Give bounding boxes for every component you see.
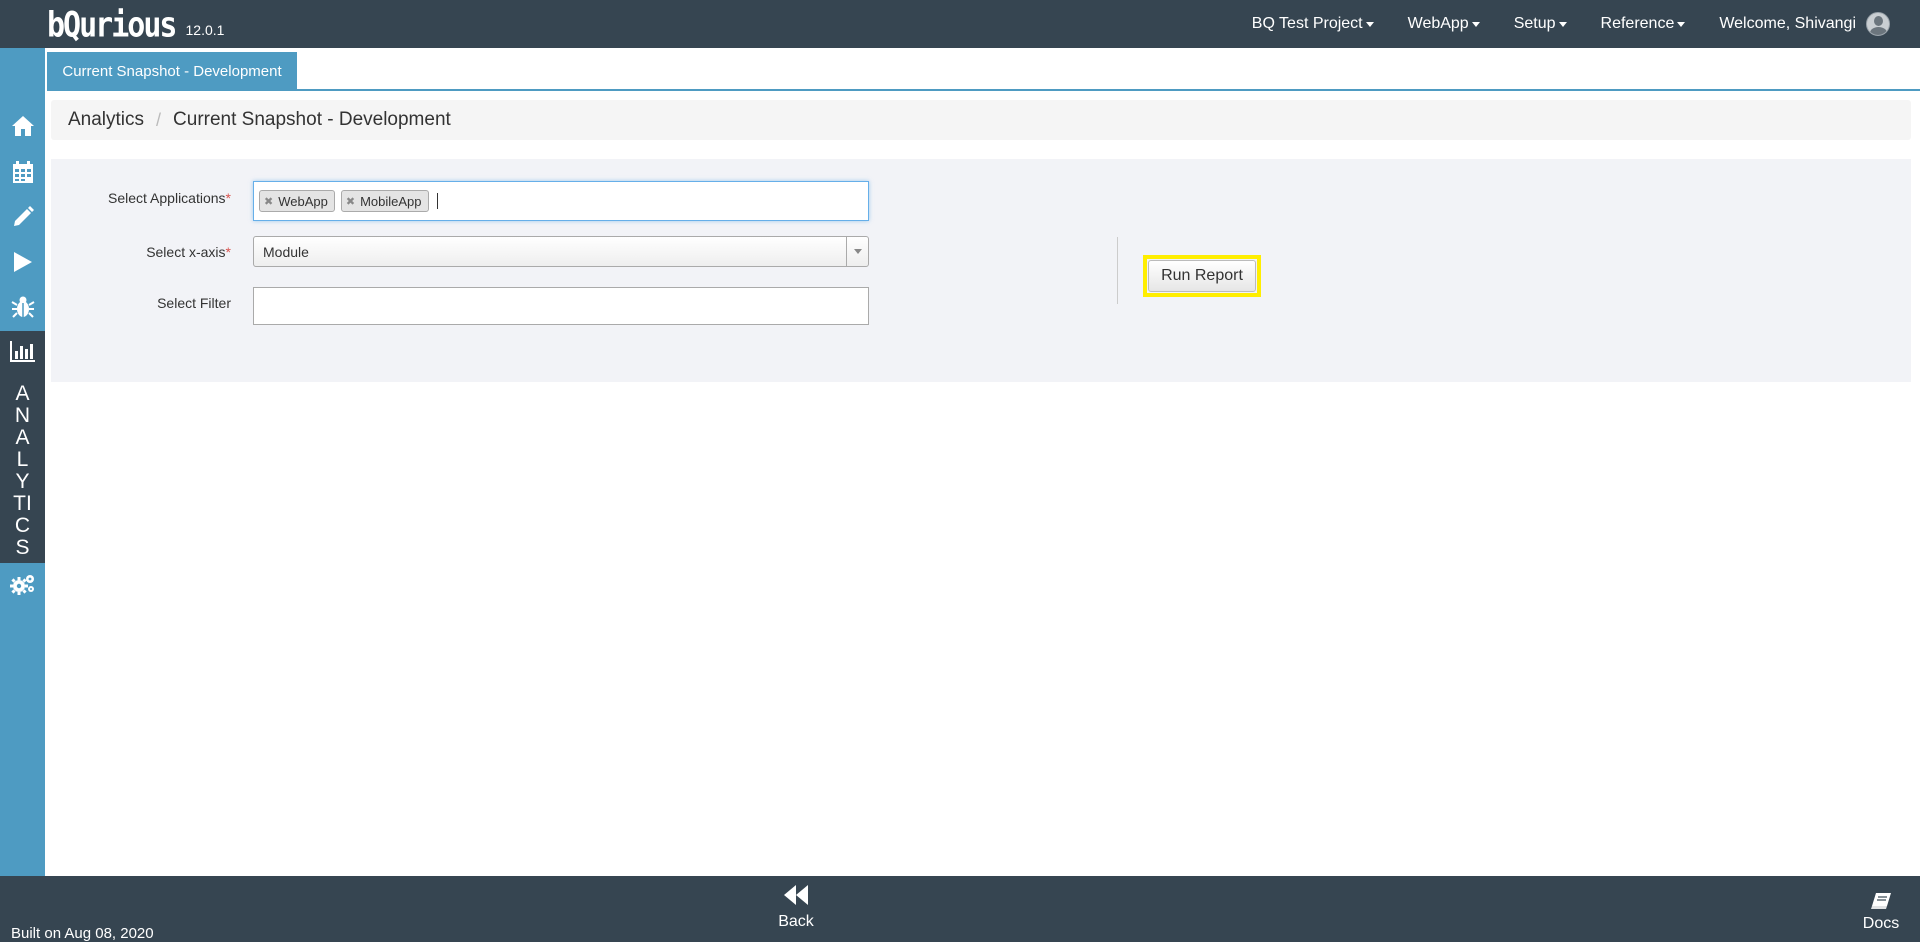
docs-button[interactable]: Docs bbox=[1861, 892, 1901, 933]
xaxis-label: Select x-axis* bbox=[51, 244, 231, 260]
setup-menu[interactable]: Setup bbox=[1514, 15, 1567, 33]
breadcrumb-separator: / bbox=[156, 109, 162, 130]
filter-label-text: Select Filter bbox=[157, 295, 231, 311]
required-mark: * bbox=[225, 244, 231, 260]
tab-current-snapshot[interactable]: Current Snapshot - Development bbox=[47, 52, 297, 90]
play-icon bbox=[13, 252, 32, 272]
sidebar-item-defects[interactable] bbox=[0, 287, 45, 327]
logo-text: bQurious bbox=[47, 5, 177, 46]
applications-tag-input[interactable]: ✖ WebApp ✖ MobileApp bbox=[253, 181, 869, 221]
sidebar: A N A L Y TI C S bbox=[0, 48, 45, 876]
user-menu[interactable]: Welcome, Shivangi bbox=[1719, 12, 1890, 36]
book-icon bbox=[1871, 893, 1891, 909]
remove-tag-icon[interactable]: ✖ bbox=[346, 195, 355, 208]
xaxis-select[interactable]: Module bbox=[253, 236, 869, 267]
setup-menu-label: Setup bbox=[1513, 15, 1556, 32]
back-label: Back bbox=[778, 913, 814, 930]
label-letter: S bbox=[15, 536, 30, 559]
project-menu-label: BQ Test Project bbox=[1251, 15, 1363, 32]
sidebar-item-calendar[interactable] bbox=[0, 152, 45, 192]
build-date: Built on Aug 08, 2020 bbox=[11, 925, 154, 942]
filter-input[interactable] bbox=[253, 287, 869, 325]
top-navbar: bQurious 12.0.1 BQ Test Project WebApp S… bbox=[0, 0, 1920, 48]
sidebar-item-analytics-icon bbox=[0, 331, 45, 371]
tag-label: WebApp bbox=[278, 193, 328, 209]
applications-label-text: Select Applications bbox=[108, 190, 226, 206]
required-mark: * bbox=[225, 190, 231, 206]
app-version: 12.0.1 bbox=[185, 22, 225, 38]
filter-label: Select Filter bbox=[51, 295, 231, 311]
label-letter: TI bbox=[13, 492, 32, 515]
sidebar-item-home[interactable] bbox=[0, 106, 45, 146]
calendar-icon bbox=[12, 161, 33, 183]
chevron-down-icon[interactable] bbox=[846, 237, 868, 266]
sidebar-item-settings[interactable] bbox=[0, 564, 45, 604]
caret-down-icon bbox=[1471, 21, 1480, 27]
xaxis-label-text: Select x-axis bbox=[146, 244, 226, 260]
project-menu[interactable]: BQ Test Project bbox=[1252, 15, 1374, 33]
applications-label: Select Applications* bbox=[51, 190, 231, 206]
breadcrumb: Analytics / Current Snapshot - Developme… bbox=[51, 100, 1911, 140]
home-icon bbox=[11, 116, 34, 136]
sidebar-active-label: A N A L Y TI C S bbox=[0, 383, 45, 559]
caret-down-icon bbox=[1365, 21, 1374, 27]
app-menu[interactable]: WebApp bbox=[1408, 15, 1480, 33]
breadcrumb-root[interactable]: Analytics bbox=[68, 109, 144, 131]
gears-icon bbox=[9, 575, 34, 595]
reference-menu[interactable]: Reference bbox=[1601, 15, 1686, 33]
tag-mobileapp: ✖ MobileApp bbox=[340, 190, 429, 212]
bug-icon bbox=[10, 296, 35, 318]
avatar bbox=[1866, 12, 1890, 36]
app-logo[interactable]: bQurious 12.0.1 bbox=[47, 4, 225, 46]
remove-tag-icon[interactable]: ✖ bbox=[264, 195, 273, 208]
tab-strip: Current Snapshot - Development bbox=[47, 52, 1920, 91]
label-letter: C bbox=[14, 514, 31, 537]
run-report-button[interactable]: Run Report bbox=[1148, 260, 1256, 292]
reference-menu-label: Reference bbox=[1600, 15, 1675, 32]
tag-label: MobileApp bbox=[360, 193, 422, 209]
sidebar-item-edit[interactable] bbox=[0, 197, 45, 237]
caret-down-icon bbox=[1558, 21, 1567, 27]
caret-down-icon bbox=[1677, 21, 1686, 27]
sidebar-item-run[interactable] bbox=[0, 242, 45, 282]
footer: Built on Aug 08, 2020 Back Docs bbox=[0, 876, 1920, 942]
text-cursor bbox=[436, 193, 438, 209]
back-button[interactable]: Back bbox=[774, 884, 818, 931]
pencil-icon bbox=[13, 206, 34, 226]
label-letter: Y bbox=[15, 470, 30, 493]
docs-label: Docs bbox=[1862, 915, 1900, 932]
report-form-panel: Select Applications* ✖ WebApp ✖ MobileAp… bbox=[51, 159, 1911, 382]
welcome-text: Welcome, Shivangi bbox=[1719, 15, 1856, 32]
backward-icon bbox=[784, 885, 808, 905]
label-letter: A bbox=[15, 382, 30, 405]
label-letter: L bbox=[16, 448, 29, 471]
tag-webapp: ✖ WebApp bbox=[259, 190, 335, 212]
vertical-divider bbox=[1117, 237, 1118, 304]
xaxis-selected-value: Module bbox=[263, 243, 309, 260]
label-letter: N bbox=[14, 404, 31, 427]
bar-chart-icon bbox=[9, 341, 35, 362]
app-menu-label: WebApp bbox=[1407, 15, 1469, 32]
label-letter: A bbox=[15, 426, 30, 449]
top-nav-menu: BQ Test Project WebApp Setup Reference W… bbox=[1218, 0, 1890, 48]
breadcrumb-current: Current Snapshot - Development bbox=[173, 109, 451, 130]
